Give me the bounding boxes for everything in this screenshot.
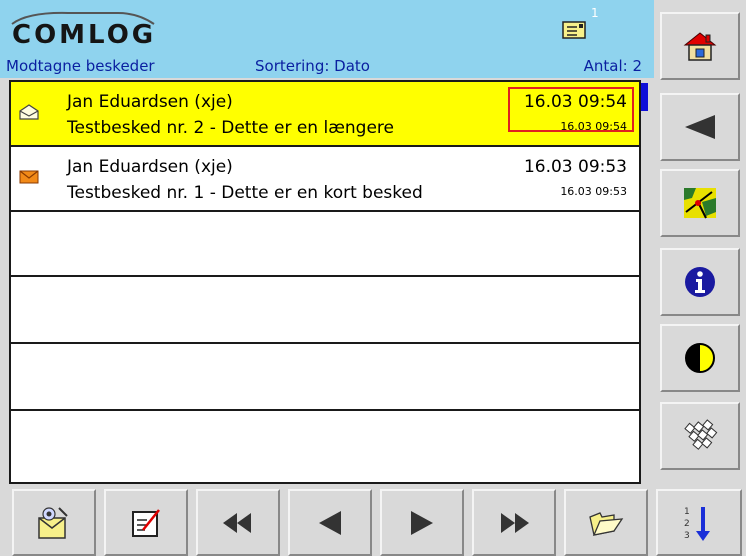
message-count-label: Antal: 2 bbox=[583, 57, 642, 75]
message-time-small: 16.03 09:53 bbox=[560, 185, 627, 198]
map-icon bbox=[684, 188, 716, 219]
keyboard-icon bbox=[684, 419, 718, 450]
empty-row[interactable] bbox=[11, 279, 639, 344]
message-time: 16.03 09:53 bbox=[523, 157, 627, 177]
contrast-button[interactable] bbox=[660, 324, 740, 392]
svg-text:1: 1 bbox=[684, 507, 690, 517]
message-subject: Testbesked nr. 2 - Dette er en længere bbox=[67, 118, 394, 138]
header-bar: COMLOG 1 Modtagne beskeder Sortering: Da… bbox=[0, 0, 654, 78]
back-arrow-icon bbox=[685, 115, 715, 139]
sort-label[interactable]: Sortering: Dato bbox=[255, 57, 370, 75]
previous-button[interactable] bbox=[288, 489, 372, 556]
keyboard-button[interactable] bbox=[660, 402, 740, 470]
message-list: Jan Eduardsen (xje) Testbesked nr. 2 - D… bbox=[9, 80, 641, 484]
next-icon bbox=[411, 510, 433, 535]
contacts-button[interactable] bbox=[12, 489, 96, 556]
open-envelope-icon bbox=[19, 104, 39, 120]
home-button[interactable] bbox=[660, 12, 740, 80]
scrollbar-thumb[interactable] bbox=[641, 83, 648, 111]
message-indicator-icon[interactable] bbox=[562, 20, 586, 40]
last-page-icon bbox=[501, 512, 529, 533]
message-sender: Jan Eduardsen (xje) bbox=[67, 92, 233, 112]
svg-text:3: 3 bbox=[684, 531, 690, 541]
first-page-icon bbox=[223, 512, 251, 533]
svg-text:2: 2 bbox=[684, 519, 690, 529]
last-page-button[interactable] bbox=[472, 489, 556, 556]
page-title: Modtagne beskeder bbox=[6, 57, 155, 75]
contrast-icon bbox=[685, 343, 715, 373]
info-button[interactable] bbox=[660, 248, 740, 316]
back-button[interactable] bbox=[660, 93, 740, 161]
message-count-badge: 1 bbox=[591, 6, 599, 20]
home-icon bbox=[683, 32, 717, 61]
time-highlight-box bbox=[508, 87, 634, 132]
new-message-button[interactable] bbox=[104, 489, 188, 556]
map-button[interactable] bbox=[660, 169, 740, 237]
previous-icon bbox=[319, 510, 341, 535]
comlog-logo: COMLOG bbox=[12, 20, 157, 50]
envelope-user-icon bbox=[38, 506, 68, 539]
sort-descending-icon: 1 2 3 bbox=[684, 506, 710, 541]
header-info-row: Modtagne beskeder Sortering: Dato Antal:… bbox=[6, 57, 646, 75]
message-row[interactable]: Jan Eduardsen (xje) Testbesked nr. 2 - D… bbox=[11, 82, 639, 147]
message-sender: Jan Eduardsen (xje) bbox=[67, 157, 233, 177]
empty-row[interactable] bbox=[11, 212, 639, 277]
first-page-button[interactable] bbox=[196, 489, 280, 556]
empty-row[interactable] bbox=[11, 346, 639, 411]
info-icon bbox=[685, 267, 715, 297]
sort-button[interactable]: 1 2 3 bbox=[656, 489, 742, 556]
new-message-icon bbox=[132, 508, 160, 537]
folder-icon bbox=[589, 511, 624, 536]
folder-button[interactable] bbox=[564, 489, 648, 556]
next-button[interactable] bbox=[380, 489, 464, 556]
message-row[interactable]: Jan Eduardsen (xje) Testbesked nr. 1 - D… bbox=[11, 147, 639, 212]
message-subject: Testbesked nr. 1 - Dette er en kort besk… bbox=[67, 183, 423, 203]
empty-row[interactable] bbox=[11, 413, 639, 478]
closed-envelope-icon bbox=[19, 170, 39, 184]
